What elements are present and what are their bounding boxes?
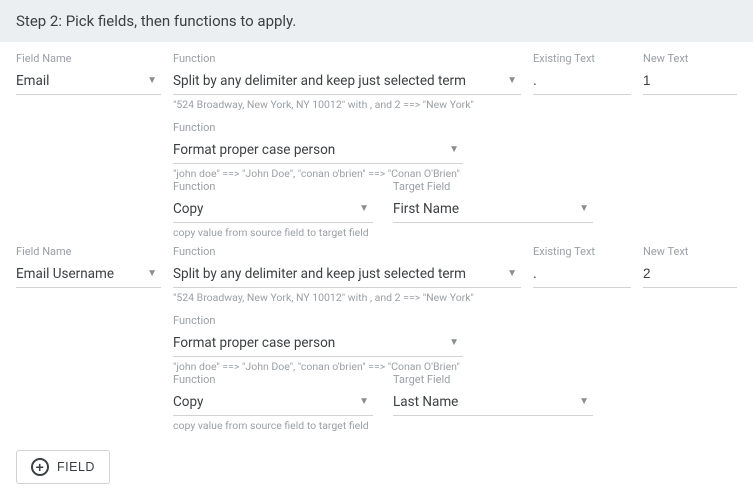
chevron-down-icon: ▼	[507, 75, 517, 86]
label-function: Function	[173, 314, 521, 327]
chevron-down-icon: ▼	[359, 203, 369, 214]
function-help: copy value from source field to target f…	[173, 226, 593, 239]
target-field-select[interactable]: First Name ▼	[393, 195, 593, 223]
function-select[interactable]: Copy ▼	[173, 195, 373, 223]
chevron-down-icon: ▼	[579, 203, 589, 214]
function-help: "john doe" ==> "John Doe", "conan o'brie…	[173, 167, 521, 180]
field-name-value: Email	[16, 73, 49, 89]
function-help: copy value from source field to target f…	[173, 419, 593, 432]
label-function: Function	[173, 52, 521, 65]
label-function: Function	[173, 180, 373, 193]
existing-text-input[interactable]	[533, 260, 631, 288]
function-help: "524 Broadway, New York, NY 10012" with …	[173, 98, 521, 111]
label-function: Function	[173, 245, 521, 258]
function-select[interactable]: Copy ▼	[173, 388, 373, 416]
add-field-button[interactable]: + FIELD	[16, 450, 110, 484]
label-field-name: Field Name	[16, 245, 161, 258]
chevron-down-icon: ▼	[147, 75, 157, 86]
new-text-input[interactable]	[643, 67, 737, 95]
chevron-down-icon: ▼	[449, 144, 459, 155]
label-existing-text: Existing Text	[533, 245, 631, 258]
existing-text-input[interactable]	[533, 67, 631, 95]
step-header: Step 2: Pick fields, then functions to a…	[0, 0, 753, 42]
field-name-select[interactable]: Email ▼	[16, 67, 161, 95]
label-function: Function	[173, 373, 373, 386]
function-select[interactable]: Split by any delimiter and keep just sel…	[173, 260, 521, 288]
label-function: Function	[173, 121, 521, 134]
target-field-select[interactable]: Last Name ▼	[393, 388, 593, 416]
add-field-label: FIELD	[57, 460, 95, 474]
function-select[interactable]: Format proper case person ▼	[173, 136, 463, 164]
label-new-text: New Text	[643, 52, 737, 65]
label-target-field: Target Field	[393, 180, 593, 193]
chevron-down-icon: ▼	[579, 396, 589, 407]
function-select[interactable]: Split by any delimiter and keep just sel…	[173, 67, 521, 95]
function-value: Split by any delimiter and keep just sel…	[173, 73, 466, 89]
chevron-down-icon: ▼	[147, 268, 157, 279]
function-help: "524 Broadway, New York, NY 10012" with …	[173, 291, 521, 304]
new-text-input[interactable]	[643, 260, 737, 288]
function-value: Split by any delimiter and keep just sel…	[173, 266, 466, 282]
target-field-value: First Name	[393, 201, 459, 217]
label-existing-text: Existing Text	[533, 52, 631, 65]
function-value: Format proper case person	[173, 335, 335, 351]
field-name-select[interactable]: Email Username ▼	[16, 260, 161, 288]
chevron-down-icon: ▼	[449, 337, 459, 348]
field-name-value: Email Username	[16, 266, 114, 282]
plus-circle-icon: +	[31, 458, 49, 476]
form-content: Field Name Email ▼ Function Split by any…	[0, 42, 753, 500]
function-value: Format proper case person	[173, 142, 335, 158]
chevron-down-icon: ▼	[507, 268, 517, 279]
label-field-name: Field Name	[16, 52, 161, 65]
chevron-down-icon: ▼	[359, 396, 369, 407]
target-field-value: Last Name	[393, 394, 458, 410]
function-value: Copy	[173, 394, 203, 410]
label-target-field: Target Field	[393, 373, 593, 386]
function-select[interactable]: Format proper case person ▼	[173, 329, 463, 357]
function-help: "john doe" ==> "John Doe", "conan o'brie…	[173, 360, 521, 373]
label-new-text: New Text	[643, 245, 737, 258]
step-title: Step 2: Pick fields, then functions to a…	[16, 12, 296, 30]
function-value: Copy	[173, 201, 203, 217]
